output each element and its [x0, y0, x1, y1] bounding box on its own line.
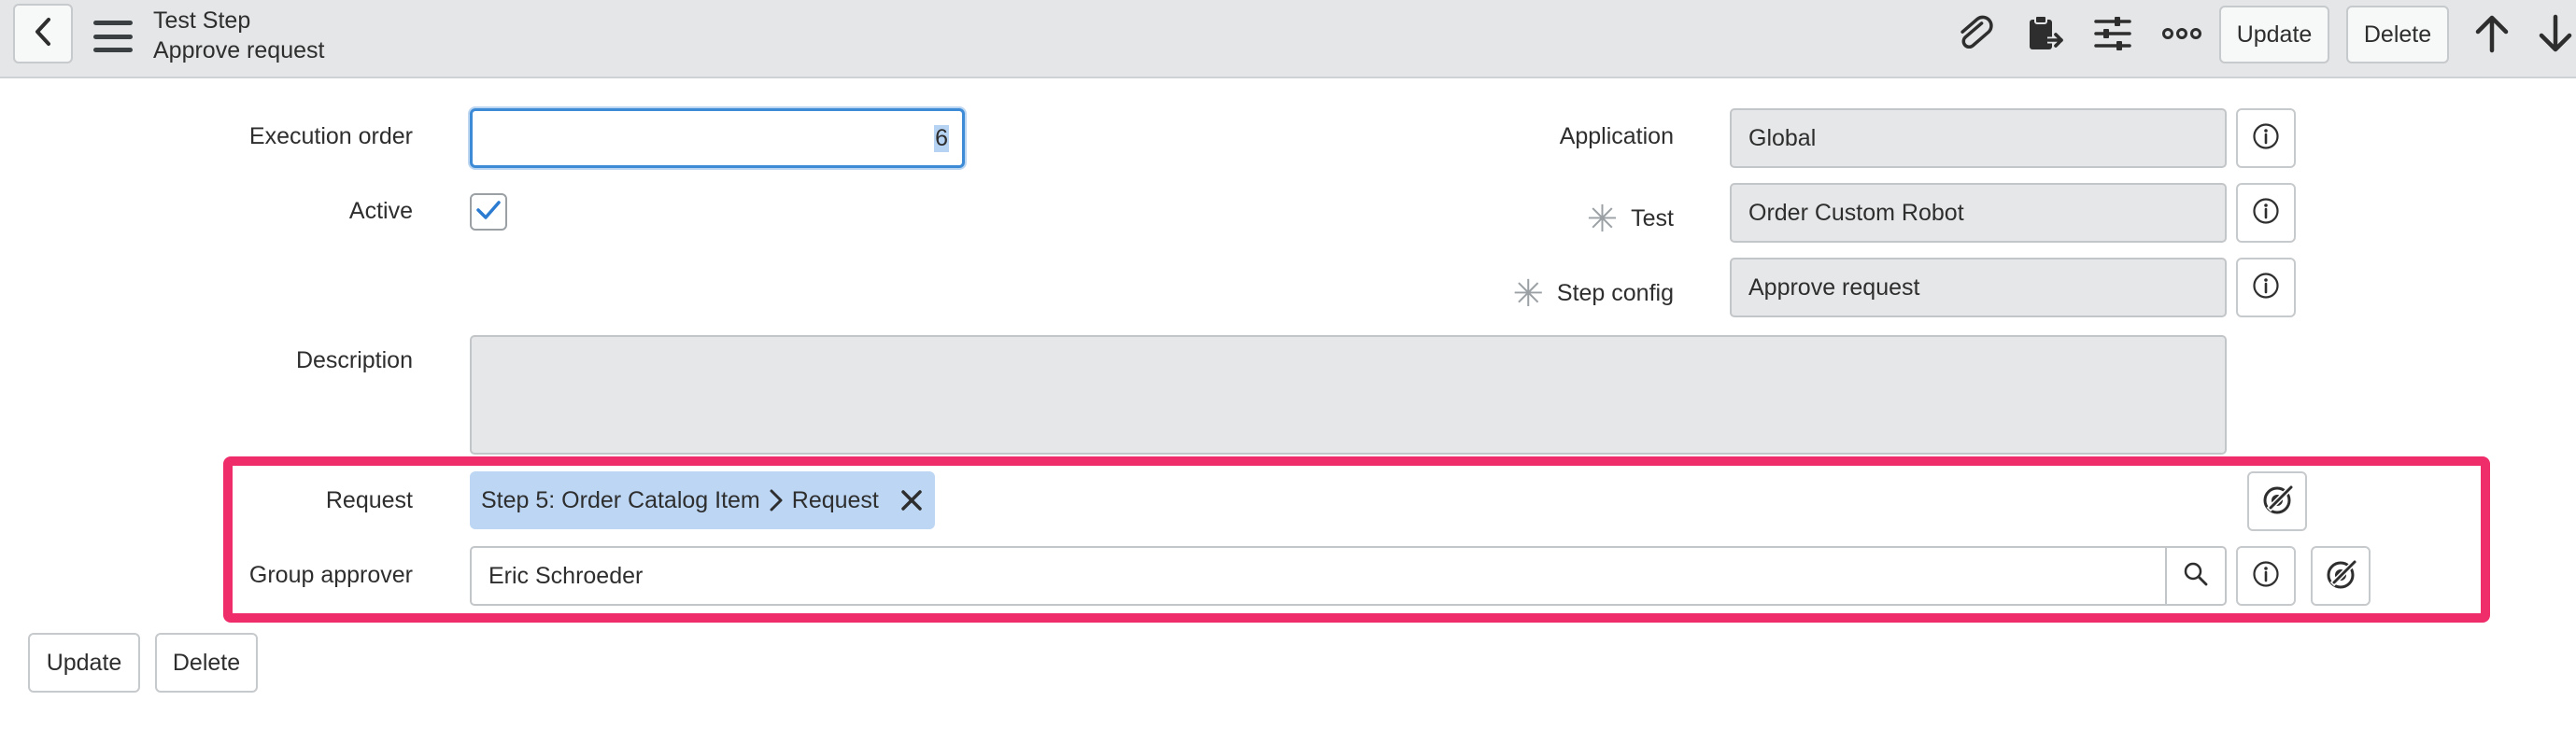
chevron-right-icon — [768, 488, 785, 512]
group-approver-info-button[interactable] — [2236, 546, 2296, 606]
menu-icon[interactable] — [93, 21, 133, 52]
step-config-field: Approve request — [1730, 258, 2227, 317]
request-label: Request — [325, 487, 413, 513]
delete-button[interactable]: Delete — [2346, 6, 2449, 63]
info-icon — [2252, 560, 2280, 593]
record-type: Test Step — [153, 7, 251, 34]
step-config-info-button[interactable] — [2236, 258, 2296, 317]
test-info-button[interactable] — [2236, 183, 2296, 243]
step-config-label: ✳ Step config — [1512, 273, 1674, 315]
arrow-down-icon[interactable] — [2533, 11, 2576, 56]
request-pill-step: Step 5: Order Catalog Item — [481, 486, 760, 513]
footer-delete-button[interactable]: Delete — [155, 633, 258, 693]
group-approver-label: Group approver — [248, 562, 413, 588]
info-icon — [2252, 272, 2280, 304]
description-field — [470, 335, 2227, 455]
dot-walk-icon — [2259, 482, 2295, 522]
application-field: Global — [1730, 108, 2227, 168]
execution-order-value: 6 — [934, 124, 949, 152]
record-name: Approve request — [153, 37, 325, 63]
page-title: Test Step Approve request — [153, 6, 324, 65]
clipboard-icon[interactable] — [2021, 11, 2066, 56]
request-pill-field: Request — [791, 486, 879, 513]
form-header: Test Step Approve request Update Delete — [0, 0, 2576, 78]
checkmark-icon — [475, 199, 502, 226]
info-icon — [2252, 197, 2280, 230]
request-pill[interactable]: Step 5: Order Catalog Item Request — [470, 471, 935, 529]
paperclip-icon[interactable] — [1952, 11, 1997, 56]
more-icon[interactable] — [2159, 11, 2204, 56]
magnifier-icon — [2183, 561, 2209, 592]
group-approver-dot-walk-button[interactable] — [2311, 546, 2371, 606]
settings-sliders-icon[interactable] — [2090, 11, 2135, 56]
info-icon — [2252, 122, 2280, 155]
active-label: Active — [348, 198, 413, 224]
group-approver-input[interactable]: Eric Schroeder — [470, 546, 2167, 606]
required-icon: ✳ — [1586, 199, 1619, 240]
update-button[interactable]: Update — [2219, 6, 2329, 63]
dot-walk-icon — [2323, 556, 2358, 596]
request-dot-walk-button[interactable] — [2247, 471, 2307, 531]
execution-order-input[interactable]: 6 — [470, 108, 965, 168]
active-checkbox[interactable] — [470, 193, 507, 231]
footer-update-button[interactable]: Update — [28, 633, 140, 693]
application-info-button[interactable] — [2236, 108, 2296, 168]
back-button[interactable] — [13, 4, 73, 63]
back-icon — [33, 17, 53, 51]
required-icon: ✳ — [1512, 273, 1544, 315]
test-label: ✳ Test — [1586, 199, 1674, 240]
test-field: Order Custom Robot — [1730, 183, 2227, 243]
description-label: Description — [295, 347, 413, 373]
group-approver-lookup-button[interactable] — [2165, 546, 2227, 606]
arrow-up-icon[interactable] — [2470, 11, 2514, 56]
execution-order-label: Execution order — [248, 123, 413, 149]
application-label: Application — [1559, 123, 1674, 149]
close-icon[interactable] — [899, 488, 924, 512]
